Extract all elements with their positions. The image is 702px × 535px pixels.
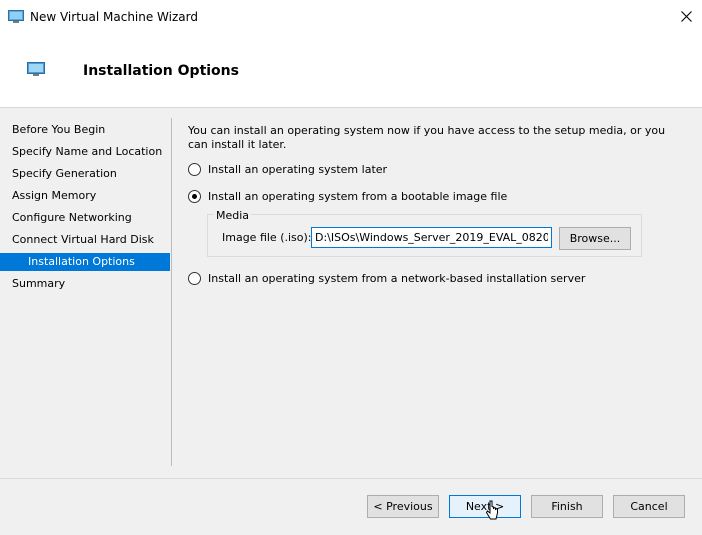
wizard-header: Installation Options: [0, 34, 702, 108]
vm-app-icon: [8, 10, 24, 27]
nav-item-before-you-begin[interactable]: Before You Begin: [0, 121, 170, 139]
nav-item-assign-memory[interactable]: Assign Memory: [0, 187, 170, 205]
option-install-from-image[interactable]: Install an operating system from a boota…: [188, 188, 507, 204]
nav-item-summary[interactable]: Summary: [0, 275, 170, 293]
mouse-pointer-icon: [485, 500, 500, 525]
footer-divider: [0, 478, 702, 479]
nav-item-connect-virtual-hard-disk[interactable]: Connect Virtual Hard Disk: [0, 231, 170, 249]
title-bar: New Virtual Machine Wizard: [0, 0, 702, 34]
option-install-from-network-label: Install an operating system from a netwo…: [208, 271, 586, 285]
nav-item-installation-options[interactable]: Installation Options: [0, 253, 170, 271]
option-install-from-image-label: Install an operating system from a boota…: [208, 189, 508, 203]
media-group-legend: Media: [214, 209, 252, 222]
image-file-input[interactable]: [311, 227, 552, 248]
browse-button[interactable]: Browse...: [559, 227, 631, 250]
window-title: New Virtual Machine Wizard: [30, 10, 198, 24]
nav-item-specify-name-and-location[interactable]: Specify Name and Location: [0, 143, 170, 161]
close-button[interactable]: [672, 6, 702, 28]
nav-item-specify-generation[interactable]: Specify Generation: [0, 165, 170, 183]
option-install-later[interactable]: Install an operating system later: [188, 161, 387, 177]
option-install-later-label: Install an operating system later: [208, 162, 388, 176]
radio-install-from-network[interactable]: [188, 271, 201, 285]
cancel-button[interactable]: Cancel: [613, 495, 685, 518]
next-button[interactable]: Next >: [449, 495, 521, 518]
radio-install-from-image[interactable]: [188, 189, 201, 203]
page-title: Installation Options: [83, 63, 239, 79]
finish-button[interactable]: Finish: [531, 495, 603, 518]
nav-item-configure-networking[interactable]: Configure Networking: [0, 209, 170, 227]
close-icon: [681, 11, 692, 22]
nav-divider: [171, 118, 172, 466]
option-install-from-network[interactable]: Install an operating system from a netwo…: [188, 270, 585, 286]
vm-monitor-icon: [27, 62, 45, 80]
image-file-label: Image file (.iso):: [222, 231, 312, 244]
previous-button[interactable]: < Previous: [367, 495, 439, 518]
wizard-steps-nav: Before You Begin Specify Name and Locati…: [0, 108, 171, 466]
radio-install-later[interactable]: [188, 162, 201, 176]
installation-description: You can install an operating system now …: [188, 124, 666, 151]
